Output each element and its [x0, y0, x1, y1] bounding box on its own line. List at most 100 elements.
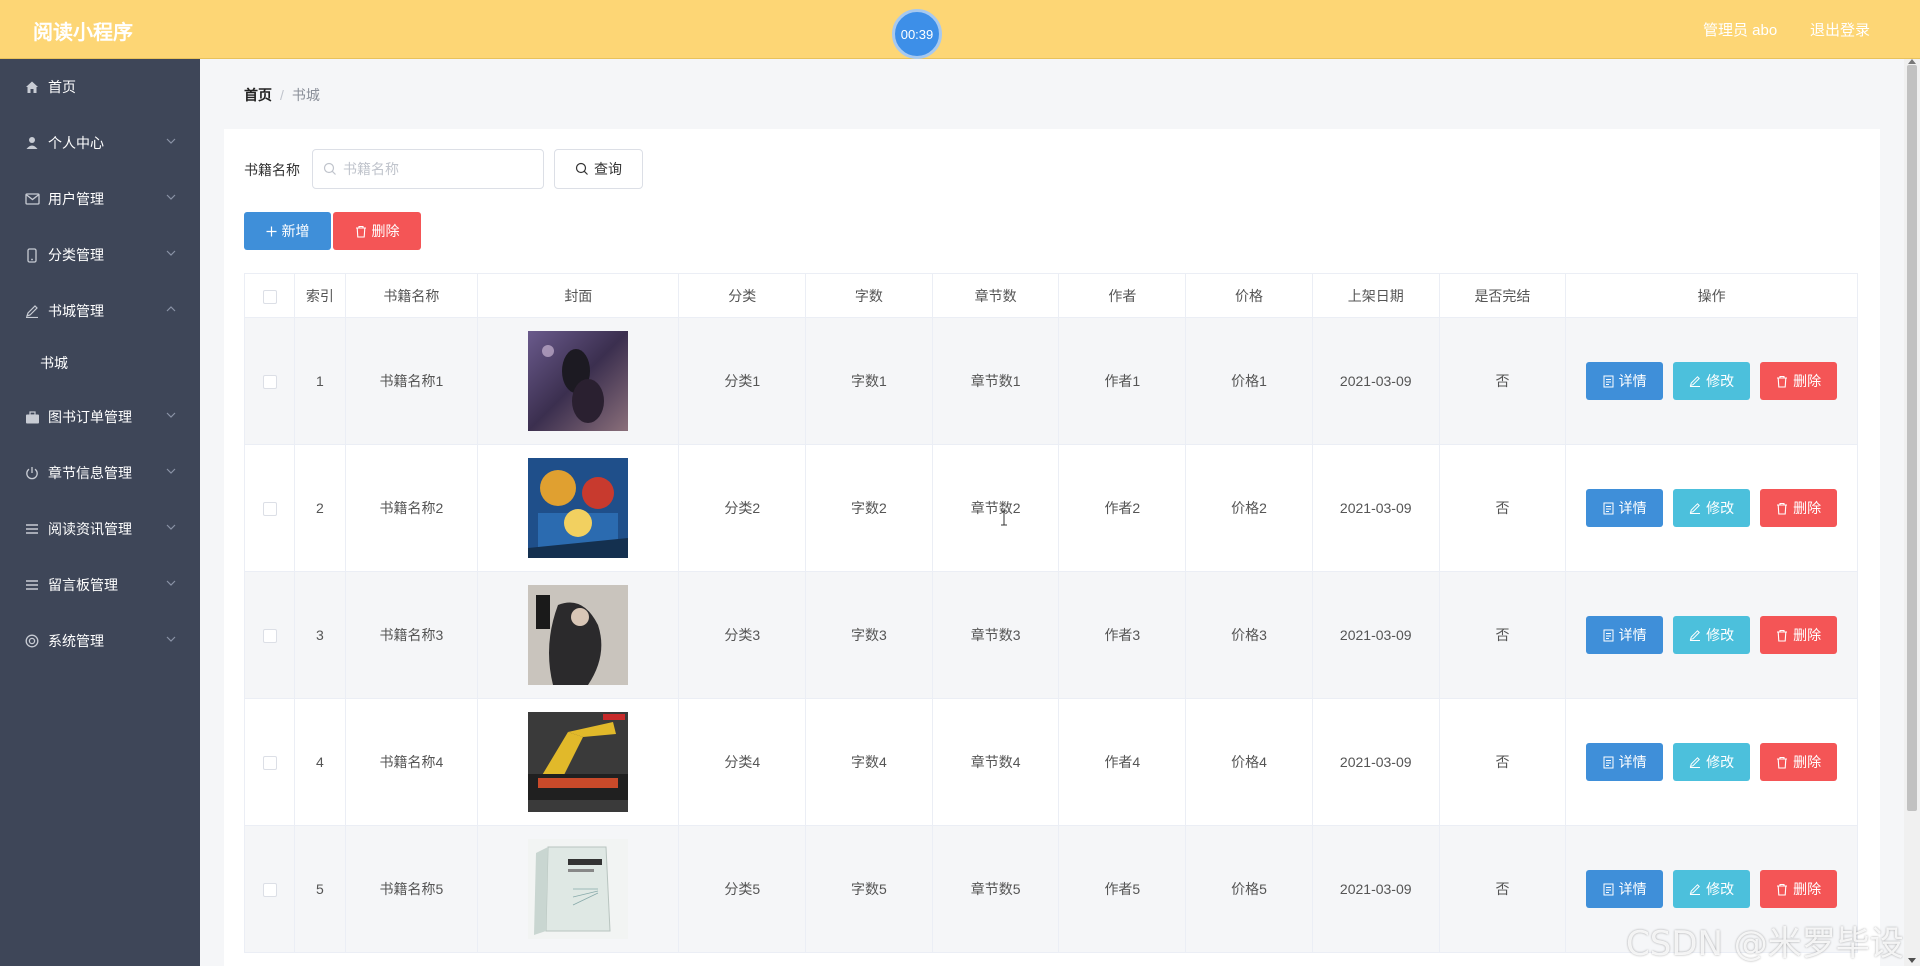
power-icon [24, 465, 40, 481]
select-all-checkbox[interactable] [262, 289, 277, 304]
row-checkbox[interactable] [262, 629, 277, 644]
delete-button[interactable]: 删除 [1760, 362, 1838, 400]
sidebar-item-book-order-management[interactable]: 图书订单管理 [0, 397, 200, 437]
document-icon [1603, 883, 1614, 895]
row-select-cell [243, 571, 296, 699]
detail-label: 详情 [1618, 373, 1647, 389]
search-field[interactable] [312, 149, 544, 189]
delete-button[interactable]: 删除 [1760, 743, 1838, 781]
author-cell: 作者3 [1058, 571, 1187, 699]
index-cell: 5 [294, 825, 346, 953]
sidebar-item-label: 分类管理 [48, 247, 104, 263]
edit-label: 修改 [1706, 373, 1735, 389]
delete-label: 删除 [1793, 754, 1822, 770]
sidebar-subitem-bookstore[interactable]: 书城 [0, 343, 200, 383]
sidebar-item-label: 阅读资讯管理 [48, 521, 132, 537]
sidebar-item-personal-center[interactable]: 个人中心 [0, 123, 200, 163]
column-header: 字数 [805, 273, 933, 318]
scroll-up-arrow-icon[interactable] [1908, 59, 1916, 64]
row-checkbox[interactable] [262, 756, 277, 771]
sidebar-item-bookstore-management[interactable]: 书城管理 [0, 291, 200, 331]
row-select-cell [243, 825, 296, 953]
trash-icon [1777, 375, 1788, 388]
edit-label: 修改 [1706, 754, 1735, 770]
row-checkbox[interactable] [262, 502, 277, 517]
breadcrumb-current: 书城 [291, 87, 320, 103]
sidebar-item-label: 章节信息管理 [48, 465, 132, 481]
sidebar-item-label: 系统管理 [48, 633, 104, 649]
scroll-down-arrow-icon[interactable] [1908, 958, 1916, 963]
cover-cell [477, 317, 680, 445]
sidebar-item-label: 个人中心 [48, 135, 104, 151]
search-input[interactable] [343, 158, 533, 180]
author-cell: 作者5 [1058, 825, 1187, 953]
top-header: 阅读小程序 00:39 管理员 abo 退出登录 [0, 0, 1920, 59]
edit-button[interactable]: 修改 [1673, 616, 1751, 654]
sidebar-item-reading-news-management[interactable]: 阅读资讯管理 [0, 509, 200, 549]
chevron-down-icon [166, 138, 176, 144]
briefcase-icon [24, 409, 40, 425]
chevron-down-icon [166, 194, 176, 200]
delete-button[interactable]: 删除 [1760, 489, 1838, 527]
sidebar-item-message-board-management[interactable]: 留言板管理 [0, 565, 200, 605]
breadcrumb-home[interactable]: 首页 [244, 87, 272, 103]
chapters-cell: 章节数4 [931, 698, 1060, 826]
add-button[interactable]: 新增 [244, 212, 331, 250]
column-header: 上架日期 [1311, 273, 1440, 318]
cover-cell [477, 698, 680, 826]
detail-button[interactable]: 详情 [1586, 616, 1664, 654]
category-cell: 分类5 [678, 825, 807, 953]
sidebar-item-system-management[interactable]: 系统管理 [0, 621, 200, 661]
name-cell: 书籍名称4 [344, 698, 479, 826]
name-cell: 书籍名称2 [344, 444, 479, 572]
sidebar-item-category-management[interactable]: 分类管理 [0, 235, 200, 275]
detail-button[interactable]: 详情 [1586, 489, 1664, 527]
row-checkbox[interactable] [262, 375, 277, 390]
add-button-label: 新增 [281, 223, 310, 239]
edit-button[interactable]: 修改 [1673, 743, 1751, 781]
index-cell: 4 [294, 698, 346, 826]
book-cover-image [528, 839, 629, 939]
edit-button[interactable]: 修改 [1673, 489, 1751, 527]
sidebar-item-label: 用户管理 [48, 191, 104, 207]
edit-label: 修改 [1706, 627, 1735, 643]
detail-button[interactable]: 详情 [1586, 362, 1664, 400]
sidebar-item-home[interactable]: 首页 [0, 67, 200, 107]
book-cover-image [528, 712, 629, 812]
date-cell: 2021-03-09 [1311, 698, 1440, 826]
row-checkbox[interactable] [262, 883, 277, 898]
edit-button[interactable]: 修改 [1673, 870, 1751, 908]
detail-button[interactable]: 详情 [1586, 870, 1664, 908]
logout-link[interactable]: 退出登录 [1810, 19, 1870, 40]
search-icon [323, 162, 336, 175]
edit-label: 修改 [1706, 500, 1735, 516]
detail-label: 详情 [1618, 500, 1647, 516]
query-button[interactable]: 查询 [554, 149, 643, 189]
index-cell: 1 [294, 317, 346, 445]
delete-button[interactable]: 删除 [1760, 870, 1838, 908]
words-cell: 字数1 [805, 317, 933, 445]
edit-icon [24, 303, 40, 319]
finished-cell: 否 [1438, 317, 1567, 445]
scrollbar-thumb[interactable] [1907, 65, 1917, 811]
delete-label: 删除 [1793, 500, 1822, 516]
row-select-cell [243, 698, 296, 826]
sidebar-item-user-management[interactable]: 用户管理 [0, 179, 200, 219]
category-cell: 分类2 [678, 444, 807, 572]
batch-delete-button[interactable]: 删除 [333, 212, 421, 250]
search-label: 书籍名称 [244, 162, 300, 178]
edit-button[interactable]: 修改 [1673, 362, 1751, 400]
sidebar-item-label: 留言板管理 [48, 577, 118, 593]
sidebar-item-chapter-management[interactable]: 章节信息管理 [0, 453, 200, 493]
delete-button[interactable]: 删除 [1760, 616, 1838, 654]
table-row: 1 书籍名称1 分类1 字数1 章节数1 作者1 价格1 2021-03-09 … [243, 317, 1858, 445]
detail-button[interactable]: 详情 [1586, 743, 1664, 781]
mail-icon [24, 191, 40, 207]
table-row: 5 书籍名称5 分类5 字数5 章节数5 作者5 价格5 2021-03-09 … [243, 825, 1858, 953]
price-cell: 价格3 [1185, 571, 1313, 699]
document-icon [1603, 502, 1614, 514]
page-scrollbar[interactable] [1904, 59, 1920, 966]
breadcrumb-separator: / [280, 87, 284, 103]
trash-icon [1777, 883, 1788, 896]
cover-cell [477, 444, 680, 572]
